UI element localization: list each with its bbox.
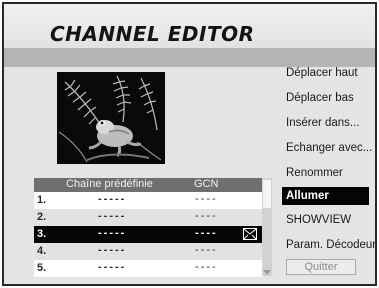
table-row[interactable]: 5. ----- ---- <box>34 260 262 277</box>
table-row[interactable]: 1. ----- ---- <box>34 192 262 209</box>
channel-editor-window: CHANNEL EDITOR Chaîne prédéfinie GCN 1. … <box>2 2 377 286</box>
row-number: 1. <box>37 194 47 206</box>
scrollbar-thumb[interactable] <box>263 180 271 208</box>
row-channel-name: ----- <box>98 244 127 256</box>
menu-item-rename[interactable]: Renommer <box>282 164 343 182</box>
row-channel-name: ----- <box>98 227 127 239</box>
row-number: 2. <box>37 211 47 223</box>
row-number: 3. <box>37 228 47 240</box>
row-gcn: ---- <box>195 210 218 222</box>
table-row-selected[interactable]: 3. ----- ---- <box>34 226 262 243</box>
menu-item-showview[interactable]: SHOWVIEW <box>282 211 351 229</box>
row-gcn: ---- <box>195 244 218 256</box>
quit-button[interactable]: Quitter <box>286 259 356 275</box>
menu-item-insert-into[interactable]: Insérer dans... <box>282 114 360 132</box>
row-gcn: ---- <box>195 227 218 239</box>
channel-preview-image <box>57 72 165 164</box>
row-channel-name: ----- <box>98 261 127 273</box>
title-bar: CHANNEL EDITOR <box>4 4 375 48</box>
channel-table: Chaîne prédéfinie GCN 1. ----- ---- 2. -… <box>34 178 262 278</box>
table-row[interactable]: 2. ----- ---- <box>34 209 262 226</box>
row-gcn: ---- <box>195 193 218 205</box>
lock-icon <box>243 228 257 240</box>
column-header-gcn: GCN <box>194 178 219 190</box>
table-header: Chaîne prédéfinie GCN <box>34 178 262 192</box>
row-channel-name: ----- <box>98 193 127 205</box>
row-channel-name: ----- <box>98 210 127 222</box>
column-header-preset-channel: Chaîne prédéfinie <box>66 178 153 190</box>
menu-item-move-down[interactable]: Déplacer bas <box>282 89 354 107</box>
menu-item-swap-with[interactable]: Echanger avec... <box>282 139 372 157</box>
row-number: 4. <box>37 245 47 257</box>
menu-item-move-up[interactable]: Déplacer haut <box>282 64 358 82</box>
row-number: 5. <box>37 262 47 274</box>
menu-item-decoder-settings[interactable]: Param. Décodeur <box>282 236 375 254</box>
table-scrollbar[interactable] <box>262 178 272 276</box>
scroll-down-arrow-icon[interactable] <box>263 270 271 275</box>
page-title: CHANNEL EDITOR <box>50 22 255 46</box>
row-gcn: ---- <box>195 261 218 273</box>
table-row[interactable]: 4. ----- ---- <box>34 243 262 260</box>
menu-item-switch-on[interactable]: Allumer <box>282 187 369 205</box>
